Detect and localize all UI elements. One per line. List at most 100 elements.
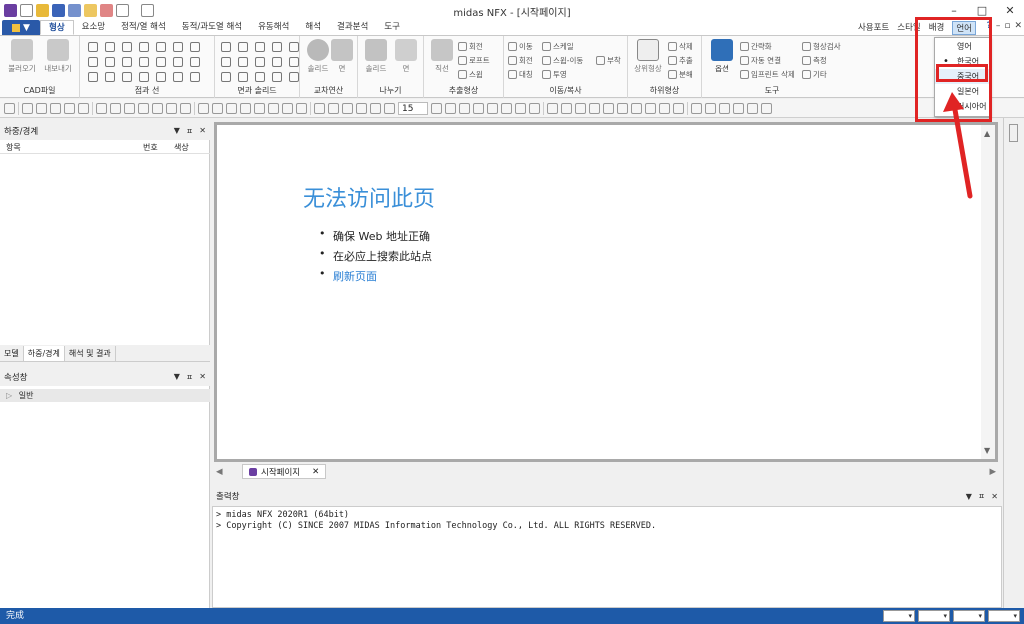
delete-line-icon[interactable] xyxy=(190,72,200,82)
scroll-up-icon[interactable]: ▲ xyxy=(984,129,990,138)
attach-button[interactable]: 부착 xyxy=(596,55,621,66)
zoom-in-icon[interactable] xyxy=(166,102,177,114)
tab-model[interactable]: 모델 xyxy=(0,346,24,361)
arrow-up-icon[interactable] xyxy=(342,102,353,114)
load-boundary-tree[interactable]: 항목 번호 색상 xyxy=(0,140,210,345)
grid-view-icon[interactable] xyxy=(198,102,209,114)
simplify-button[interactable]: 간략화 xyxy=(740,41,772,52)
folder-icon[interactable] xyxy=(84,3,97,17)
wireframe-icon[interactable] xyxy=(459,102,470,114)
tab-flow[interactable]: 유동해석 xyxy=(250,20,297,35)
tab-analysis[interactable]: 해석 xyxy=(297,20,329,35)
spline-icon[interactable] xyxy=(156,42,166,52)
line-icon[interactable] xyxy=(105,42,115,52)
language-japanese[interactable]: 일본어 xyxy=(935,84,991,99)
thicken-icon[interactable] xyxy=(238,72,248,82)
snap-mid-icon[interactable] xyxy=(575,102,586,114)
fill-icon[interactable] xyxy=(255,72,265,82)
etc-button[interactable]: 기타 xyxy=(802,69,827,80)
point-icon[interactable] xyxy=(88,42,98,52)
start-page-tab-close-icon[interactable]: ✕ xyxy=(312,467,319,477)
output-pin-icon[interactable]: ㅍ xyxy=(978,489,985,505)
snap-off-icon[interactable] xyxy=(673,102,684,114)
snap-icon[interactable] xyxy=(547,102,558,114)
boundary-face-icon[interactable] xyxy=(289,57,299,67)
quick-access-more-icon[interactable] xyxy=(166,4,172,17)
arrow-diag-icon[interactable] xyxy=(384,102,395,114)
arrow-right-icon[interactable] xyxy=(328,102,339,114)
redo-dropdown-icon[interactable] xyxy=(157,4,163,17)
wedge-icon[interactable] xyxy=(221,57,231,67)
snap-grid-icon[interactable] xyxy=(617,102,628,114)
column-color[interactable]: 색상 xyxy=(174,142,189,153)
circle-icon[interactable] xyxy=(88,57,98,67)
undo-dropdown-icon[interactable] xyxy=(132,4,138,17)
recent-icon[interactable] xyxy=(100,3,113,17)
tangent-icon[interactable] xyxy=(105,72,115,82)
move-button[interactable]: 이동 xyxy=(508,41,533,52)
start-page-tab[interactable]: 시작페이지 ✕ xyxy=(242,464,327,479)
sub-delete-button[interactable]: 삭제 xyxy=(668,41,693,52)
view-back-icon[interactable] xyxy=(226,102,237,114)
ellipse-icon[interactable] xyxy=(105,57,115,67)
measure-button[interactable]: 측정 xyxy=(802,55,827,66)
snap-node-icon[interactable] xyxy=(603,102,614,114)
zoom-window-icon[interactable] xyxy=(152,102,163,114)
auto-connect-button[interactable]: 자동 연결 xyxy=(740,55,781,66)
app-logo-icon[interactable] xyxy=(4,3,17,17)
minimize-button[interactable]: – xyxy=(940,0,968,20)
boolean-face-button[interactable]: 면 xyxy=(324,39,360,74)
trim-icon[interactable] xyxy=(156,57,166,67)
extrude-rotate-button[interactable]: 회전 xyxy=(458,41,483,52)
scroll-down-icon[interactable]: ▼ xyxy=(984,446,990,455)
save-all-icon[interactable] xyxy=(68,3,81,17)
select-point-icon[interactable] xyxy=(22,102,33,114)
column-item[interactable]: 항목 xyxy=(6,142,21,153)
select-icon[interactable] xyxy=(4,102,15,114)
pane-pin-icon[interactable]: ㅍ xyxy=(186,126,193,137)
undo-icon[interactable] xyxy=(116,3,129,17)
sweep-move-button[interactable]: 스윕-이동 xyxy=(542,55,583,66)
offset-icon[interactable] xyxy=(139,57,149,67)
upper-shape-button[interactable]: 상위형상 xyxy=(630,39,666,74)
step-angle-input[interactable]: 15 xyxy=(398,101,428,115)
snap-center-icon[interactable] xyxy=(589,102,600,114)
prop-close-icon[interactable]: ✕ xyxy=(199,372,206,383)
suggestion-search-bing[interactable]: 在必应上搜索此站点 xyxy=(317,247,432,268)
extrude-sweep-button[interactable]: 스윕 xyxy=(458,69,483,80)
tab-analysis-results[interactable]: 해석 및 결과 xyxy=(65,346,116,361)
tab-tools[interactable]: 도구 xyxy=(376,20,408,35)
language-korean[interactable]: • 한국어 xyxy=(935,54,991,69)
style-menu[interactable]: 스타일 xyxy=(897,21,920,35)
view-top-icon[interactable] xyxy=(268,102,279,114)
divide-icon[interactable] xyxy=(173,72,183,82)
tab-scroll-right-icon[interactable]: ▶ xyxy=(989,467,996,477)
mirror-button[interactable]: 대칭 xyxy=(508,69,533,80)
save-icon[interactable] xyxy=(52,3,65,17)
break-icon[interactable] xyxy=(139,72,149,82)
arrow-down-icon[interactable] xyxy=(356,102,367,114)
pane-close-icon[interactable]: ✕ xyxy=(199,126,206,137)
divide-face-button[interactable]: 면 xyxy=(388,39,424,74)
ribbon-minimize-icon[interactable]: – xyxy=(996,21,1001,31)
language-menu[interactable]: 언어 xyxy=(952,21,976,35)
torus-icon[interactable] xyxy=(289,42,299,52)
language-chinese[interactable]: 중국어 xyxy=(935,69,991,84)
pyramid-icon[interactable] xyxy=(255,57,265,67)
view-right-icon[interactable] xyxy=(254,102,265,114)
import-cad-button[interactable]: 불러오기 xyxy=(4,39,40,74)
shading-icon[interactable] xyxy=(445,102,456,114)
select-shape-icon[interactable] xyxy=(78,102,89,114)
tab-geometry[interactable]: 형상 xyxy=(40,20,74,35)
display-icon[interactable] xyxy=(501,102,512,114)
shell-icon[interactable] xyxy=(221,72,231,82)
column-no[interactable]: 번호 xyxy=(143,142,158,153)
polyline-icon[interactable] xyxy=(122,42,132,52)
new-file-icon[interactable] xyxy=(20,3,33,17)
options-button[interactable]: 옵션 xyxy=(704,39,740,74)
chamfer-icon[interactable] xyxy=(190,57,200,67)
prism-icon[interactable] xyxy=(238,57,248,67)
arrow-ccw-icon[interactable] xyxy=(370,102,381,114)
stitch-icon[interactable] xyxy=(289,72,299,82)
shape-check-button[interactable]: 형상검사 xyxy=(802,41,841,52)
